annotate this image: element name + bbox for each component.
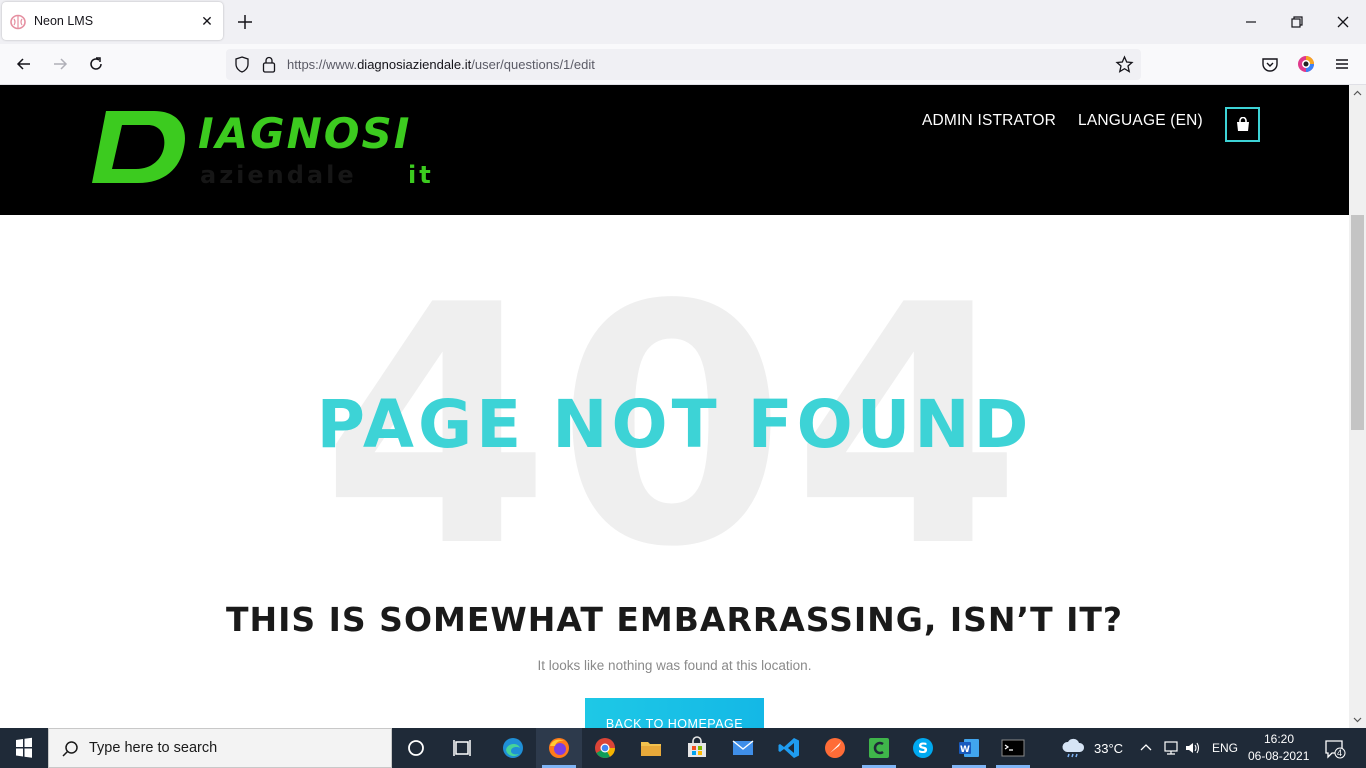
new-tab-icon[interactable] <box>234 11 256 33</box>
file-explorer-icon[interactable] <box>639 736 663 760</box>
volume-icon[interactable] <box>1184 740 1202 756</box>
browser-tab-strip: Neon LMS ✕ <box>0 0 1366 44</box>
scrollbar-thumb[interactable] <box>1351 215 1364 430</box>
vertical-scrollbar[interactable] <box>1349 85 1366 728</box>
search-icon <box>62 741 78 757</box>
windows-start-icon[interactable] <box>0 728 48 768</box>
lock-icon[interactable] <box>262 56 276 73</box>
show-hidden-icons-chevron-icon[interactable] <box>1140 742 1152 754</box>
cart-button[interactable] <box>1225 107 1260 142</box>
menu-link-language[interactable]: LANGUAGE (EN) <box>1078 112 1203 130</box>
address-bar[interactable]: https://www.diagnosiaziendale.it/user/qu… <box>226 49 1141 80</box>
restore-window-icon[interactable] <box>1287 12 1307 32</box>
clock-date[interactable]: 06-08-2021 <box>1248 749 1309 763</box>
edge-browser-icon[interactable] <box>501 736 525 760</box>
logo-d-mark <box>92 111 185 183</box>
skype-icon[interactable]: S <box>911 736 935 760</box>
reload-icon[interactable] <box>86 54 106 74</box>
close-tab-icon[interactable]: ✕ <box>198 12 216 30</box>
weather-cloud-icon[interactable] <box>1060 737 1086 759</box>
windows-taskbar: Type here to search S W 33°C ENG 16:20 0… <box>0 728 1366 768</box>
logo-sub-text: aziendale <box>200 161 357 189</box>
logo-brand-text: IAGNOSI <box>198 109 412 158</box>
clock-time[interactable]: 16:20 <box>1264 732 1294 746</box>
error-heading: THIS IS SOMEWHAT EMBARRASSING, ISN’T IT? <box>225 600 1124 639</box>
search-placeholder: Type here to search <box>89 740 218 756</box>
word-icon[interactable]: W <box>957 736 981 760</box>
notification-center-icon[interactable] <box>1324 739 1346 759</box>
input-language[interactable]: ENG <box>1212 741 1238 755</box>
page-viewport: IAGNOSI aziendale it ADMIN ISTRATOR LANG… <box>0 85 1349 728</box>
site-header: IAGNOSI aziendale it ADMIN ISTRATOR LANG… <box>0 85 1349 215</box>
scroll-up-arrow-icon[interactable] <box>1353 89 1362 98</box>
scroll-down-arrow-icon[interactable] <box>1353 715 1362 724</box>
mail-icon[interactable] <box>731 736 755 760</box>
firefox-browser-icon[interactable] <box>547 736 571 760</box>
cortana-icon[interactable] <box>404 736 428 760</box>
task-view-icon[interactable] <box>451 736 475 760</box>
back-arrow-icon[interactable] <box>14 54 34 74</box>
notification-count-badge: 4 <box>1337 748 1343 758</box>
terminal-icon[interactable] <box>1001 736 1025 760</box>
back-to-homepage-button[interactable]: BACK TO HOMEPAGE <box>585 698 764 728</box>
chrome-browser-icon[interactable] <box>593 736 617 760</box>
shopping-bag-icon <box>1237 117 1249 131</box>
bookmark-star-icon[interactable] <box>1115 55 1134 74</box>
network-icon[interactable] <box>1162 740 1180 756</box>
pocket-icon[interactable] <box>1260 54 1280 74</box>
taskbar-search-box[interactable]: Type here to search <box>48 728 392 768</box>
brain-favicon-icon <box>10 14 26 30</box>
vscode-icon[interactable] <box>777 736 801 760</box>
camtasia-app-icon[interactable] <box>867 736 891 760</box>
close-window-icon[interactable] <box>1333 12 1353 32</box>
url-text[interactable]: https://www.diagnosiaziendale.it/user/qu… <box>287 57 595 72</box>
forward-arrow-icon[interactable] <box>50 54 70 74</box>
hamburger-menu-icon[interactable] <box>1332 54 1352 74</box>
weather-temperature[interactable]: 33°C <box>1094 741 1123 756</box>
microsoft-store-icon[interactable] <box>685 736 709 760</box>
minimize-window-icon[interactable] <box>1241 12 1261 32</box>
logo-tld-text: it <box>408 161 434 189</box>
page-not-found-title: PAGE NOT FOUND <box>316 386 1033 463</box>
browser-tab-active[interactable]: Neon LMS ✕ <box>2 2 223 40</box>
browser-navigation-bar: https://www.diagnosiaziendale.it/user/qu… <box>0 44 1366 85</box>
tab-title: Neon LMS <box>34 14 94 28</box>
svg-text:S: S <box>918 741 928 757</box>
tracking-shield-icon[interactable] <box>234 56 250 73</box>
error-message: It looks like nothing was found at this … <box>537 658 812 673</box>
color-extension-icon[interactable] <box>1296 54 1316 74</box>
postman-app-icon[interactable] <box>823 736 847 760</box>
svg-text:W: W <box>960 745 970 755</box>
menu-link-admin[interactable]: ADMIN ISTRATOR <box>922 112 1056 130</box>
site-logo[interactable]: IAGNOSI aziendale it <box>92 107 452 191</box>
